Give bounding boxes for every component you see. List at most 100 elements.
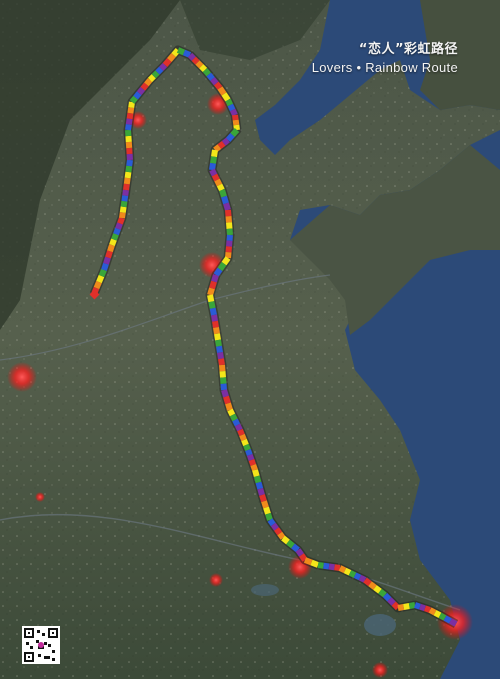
route-segment <box>368 581 377 590</box>
route-segment <box>101 262 109 271</box>
route-segment <box>382 592 392 602</box>
route-segment <box>124 171 132 179</box>
route-segment <box>232 418 241 427</box>
route-segment <box>218 358 225 366</box>
route-segment <box>310 559 320 568</box>
route-segment <box>214 178 223 187</box>
route-segment <box>226 222 233 229</box>
route-segment <box>334 564 341 571</box>
route-segment <box>227 103 236 112</box>
route-segment <box>257 487 265 496</box>
route-segment <box>229 108 238 117</box>
route-segment <box>226 240 233 247</box>
route-segment <box>255 481 264 490</box>
lake <box>364 614 396 636</box>
route-segment <box>438 612 447 621</box>
route-segment <box>176 47 186 56</box>
route-segment <box>211 173 220 182</box>
map-title: “恋人”彩虹路径 Lovers • Rainbow Route <box>312 38 458 75</box>
route-segment <box>252 469 260 478</box>
satellite-map <box>0 0 500 679</box>
route-segment <box>277 531 286 540</box>
route-segment <box>155 66 164 75</box>
route-segment <box>212 320 219 328</box>
route-segment <box>220 383 227 391</box>
city-glow <box>372 662 388 678</box>
route-segment <box>221 256 231 266</box>
route-segment <box>217 86 227 96</box>
route-segment <box>221 195 229 205</box>
route-segment <box>121 195 129 202</box>
route-segment <box>211 149 218 158</box>
route-segment <box>348 570 357 578</box>
route-segment <box>232 114 239 121</box>
route-segment <box>151 70 160 79</box>
route-segment <box>225 98 234 107</box>
route-segment <box>227 408 236 417</box>
route-segment <box>408 602 416 609</box>
route-segment <box>246 454 255 461</box>
route-segment <box>125 123 132 131</box>
route-segment <box>225 216 232 223</box>
route-segment <box>213 81 223 90</box>
route-segment <box>119 211 126 219</box>
route-segment <box>217 140 226 150</box>
route-segment <box>162 58 172 67</box>
route-segment <box>105 250 113 259</box>
route-segment <box>230 127 240 138</box>
route-segment <box>122 189 129 197</box>
route-segment <box>202 68 212 77</box>
route-segment <box>433 610 442 618</box>
route-segment <box>214 333 221 341</box>
route-segment <box>123 183 130 191</box>
route-segment <box>109 238 117 247</box>
route-segment <box>207 287 215 296</box>
qr-code[interactable] <box>22 626 60 664</box>
lake <box>251 584 279 596</box>
route-segment <box>126 159 133 167</box>
route-segment <box>253 475 262 484</box>
route-segment <box>221 137 230 146</box>
route-segment <box>123 177 131 185</box>
route-segment <box>129 95 138 104</box>
route-segment <box>443 615 452 624</box>
route-segment <box>323 562 330 570</box>
route-segment <box>119 206 127 213</box>
route-segment <box>225 402 233 411</box>
route-segment <box>221 92 231 102</box>
route-segment <box>259 494 267 503</box>
route-segment <box>219 364 226 372</box>
route-segment <box>232 119 240 126</box>
route-segment <box>213 144 222 153</box>
route-segment <box>358 574 367 583</box>
route-segment <box>424 605 431 613</box>
route-segment <box>93 280 102 290</box>
route-segment <box>213 327 220 335</box>
route-segment <box>343 567 352 576</box>
route-segment <box>211 314 218 322</box>
city-glow <box>35 492 45 502</box>
route-segment <box>219 371 226 378</box>
route-segment <box>263 506 271 515</box>
route-segment <box>191 56 200 65</box>
route-segment <box>274 527 283 536</box>
route-segment <box>226 228 233 236</box>
title-chinese: “恋人”彩虹路径 <box>358 42 458 57</box>
route-segment <box>103 256 111 265</box>
route-segment <box>225 251 232 259</box>
route-segment <box>387 597 396 606</box>
route-segment <box>209 280 217 290</box>
route-segment <box>391 601 401 611</box>
route-segment <box>136 86 146 96</box>
route-segment <box>295 548 304 557</box>
route-segment <box>428 607 437 616</box>
route-segment <box>125 165 133 173</box>
map-canvas: “恋人”彩虹路径 Lovers • Rainbow Route <box>0 0 500 679</box>
route-segment <box>126 112 134 120</box>
route-segment <box>237 428 245 437</box>
route-segment <box>250 464 258 471</box>
route-segment <box>217 261 227 272</box>
route-segment <box>281 535 290 545</box>
route-segment <box>219 189 227 198</box>
route-segment <box>397 604 405 611</box>
